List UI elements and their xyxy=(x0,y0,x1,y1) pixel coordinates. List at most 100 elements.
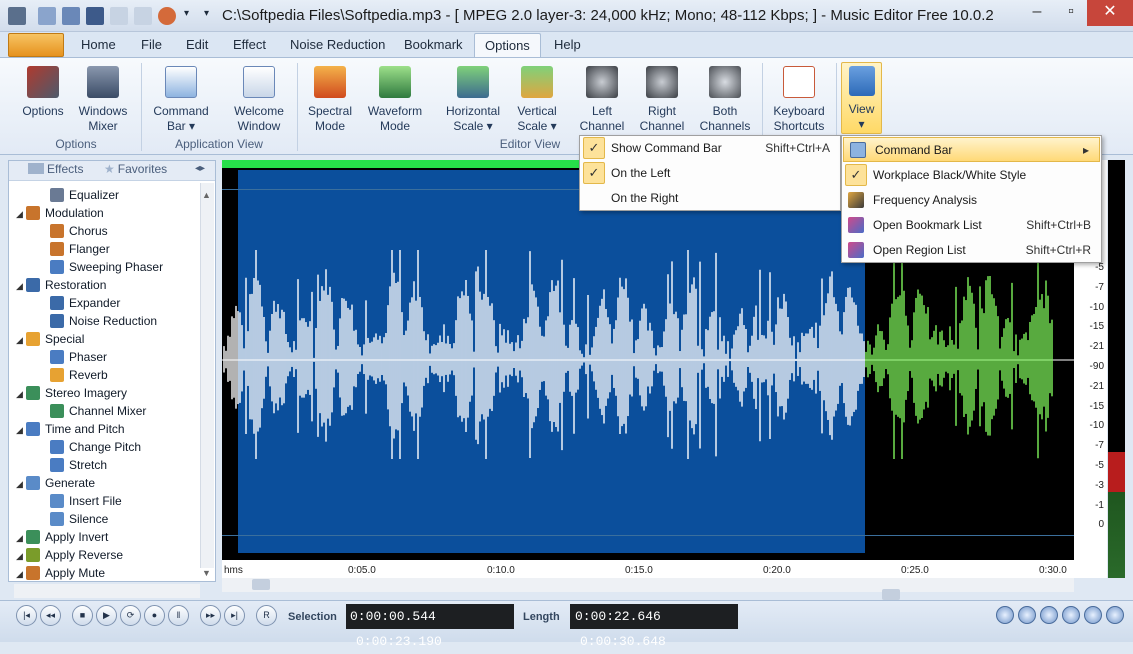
tab-edit[interactable]: Edit xyxy=(176,33,218,57)
menu-item-open-bookmark-list[interactable]: Open Bookmark List Shift+Ctrl+B xyxy=(842,213,1101,238)
expand-arrow-icon[interactable]: ◢ xyxy=(16,529,26,547)
spectral-mode-button[interactable]: Spectral Mode xyxy=(304,62,356,134)
rewind-button[interactable]: ◂◂ xyxy=(40,605,61,626)
tree-item[interactable]: Chorus xyxy=(14,222,200,240)
command-bar-button[interactable]: Command Bar ▾ xyxy=(148,62,214,134)
tree-item[interactable]: Noise Reduction xyxy=(14,312,200,330)
tree-item[interactable]: ◢ Apply Reverse xyxy=(14,546,200,564)
tab-file[interactable]: File xyxy=(131,33,172,57)
horizontal-scale-button[interactable]: Horizontal Scale ▾ xyxy=(442,62,504,134)
waveform-horizontal-scrollbar[interactable] xyxy=(222,578,1074,592)
panel-nav-arrows[interactable]: ◂▸ xyxy=(195,163,205,174)
tab-effects[interactable]: Effects xyxy=(28,162,83,176)
menu-item-command-bar[interactable]: Command Bar ▸ xyxy=(843,137,1100,162)
vertical-scale-icon xyxy=(521,66,553,98)
tree-item[interactable]: ◢ Modulation xyxy=(14,204,200,222)
open-file-icon[interactable] xyxy=(62,7,80,25)
tree-item[interactable]: Flanger xyxy=(14,240,200,258)
zoom-vertical-in-icon[interactable] xyxy=(1084,606,1102,624)
tree-item[interactable]: ◢ Special xyxy=(14,330,200,348)
expand-arrow-icon[interactable]: ◢ xyxy=(16,385,26,403)
menu-item-workplace-style[interactable]: ✓ Workplace Black/White Style xyxy=(842,163,1101,188)
expand-arrow-icon[interactable]: ◢ xyxy=(16,277,26,295)
vertical-scale-button[interactable]: Vertical Scale ▾ xyxy=(510,62,564,134)
menu-item-show-command-bar[interactable]: ✓ Show Command Bar Shift+Ctrl+A xyxy=(580,136,840,161)
menu-item-on-the-right[interactable]: On the Right xyxy=(580,186,840,211)
tree-item[interactable]: ◢ Restoration xyxy=(14,276,200,294)
options-button[interactable]: Options xyxy=(16,62,70,134)
tree-item[interactable]: Silence xyxy=(14,510,200,528)
fast-forward-button[interactable]: ▸▸ xyxy=(200,605,221,626)
chevron-down-icon[interactable]: ▾ xyxy=(184,8,189,19)
zoom-all-icon[interactable] xyxy=(1062,606,1080,624)
expand-arrow-icon[interactable]: ◢ xyxy=(16,547,26,565)
expand-arrow-icon[interactable]: ◢ xyxy=(16,421,26,439)
scroll-thumb[interactable] xyxy=(882,589,900,600)
expand-arrow-icon[interactable]: ◢ xyxy=(16,565,26,583)
expand-arrow-icon[interactable]: ◢ xyxy=(16,205,26,223)
expand-arrow-icon[interactable]: ◢ xyxy=(16,331,26,349)
tab-effect[interactable]: Effect xyxy=(223,33,276,57)
tree-item[interactable]: Channel Mixer xyxy=(14,402,200,420)
record-icon[interactable] xyxy=(158,7,176,25)
welcome-window-button[interactable]: Welcome Window xyxy=(228,62,290,134)
menu-item-on-the-left[interactable]: ✓ On the Left xyxy=(580,161,840,186)
tree-item[interactable]: Change Pitch xyxy=(14,438,200,456)
undo-icon[interactable] xyxy=(110,7,128,25)
close-button[interactable]: ✕ xyxy=(1087,0,1133,26)
tree-item[interactable]: Equalizer xyxy=(14,186,200,204)
both-channels-button[interactable]: Both Channels xyxy=(696,62,754,134)
scroll-thumb[interactable] xyxy=(252,579,270,590)
redo-icon[interactable] xyxy=(134,7,152,25)
save-icon[interactable] xyxy=(86,7,104,25)
tree-item[interactable]: Stretch xyxy=(14,456,200,474)
maximize-button[interactable]: ▫ xyxy=(1054,0,1088,26)
tab-noise-reduction[interactable]: Noise Reduction xyxy=(280,33,395,57)
zoom-selection-icon[interactable] xyxy=(1040,606,1058,624)
tab-home[interactable]: Home xyxy=(71,33,126,57)
tree-item[interactable]: Reverb xyxy=(14,366,200,384)
tree-item[interactable]: Phaser xyxy=(14,348,200,366)
app-menu-icon[interactable] xyxy=(8,7,26,25)
new-file-icon[interactable] xyxy=(38,7,56,25)
view-button-content[interactable]: View ▾ xyxy=(841,62,882,134)
minimize-button[interactable]: – xyxy=(1020,0,1054,26)
play-button[interactable]: ▶ xyxy=(96,605,117,626)
scroll-down-icon[interactable]: ▼ xyxy=(202,568,211,578)
tree-item[interactable]: ◢ Apply Invert xyxy=(14,528,200,546)
tab-options[interactable]: Options xyxy=(474,33,541,57)
zoom-in-icon[interactable] xyxy=(996,606,1014,624)
menu-item-frequency-analysis[interactable]: Frequency Analysis xyxy=(842,188,1101,213)
tree-item[interactable]: Insert File xyxy=(14,492,200,510)
right-channel-button[interactable]: Right Channel xyxy=(634,62,690,134)
zoom-out-icon[interactable] xyxy=(1018,606,1036,624)
tree-vertical-scrollbar[interactable] xyxy=(200,183,214,568)
application-button[interactable] xyxy=(8,33,64,57)
tree-item[interactable]: Sweeping Phaser xyxy=(14,258,200,276)
scroll-up-icon[interactable]: ▲ xyxy=(202,190,211,200)
tab-bookmark[interactable]: Bookmark xyxy=(394,33,473,57)
tree-item[interactable]: Expander xyxy=(14,294,200,312)
record-r-button[interactable]: R xyxy=(256,605,277,626)
tree-item[interactable]: ◢ Time and Pitch xyxy=(14,420,200,438)
left-channel-button[interactable]: Left Channel xyxy=(575,62,629,134)
pause-button[interactable]: ‖ xyxy=(168,605,189,626)
menu-item-open-region-list[interactable]: Open Region List Shift+Ctrl+R xyxy=(842,238,1101,263)
expand-arrow-icon[interactable]: ◢ xyxy=(16,475,26,493)
loop-button[interactable]: ⟳ xyxy=(120,605,141,626)
zoom-vertical-out-icon[interactable] xyxy=(1106,606,1124,624)
go-to-end-button[interactable]: ▸| xyxy=(224,605,245,626)
tree-item[interactable]: ◢ Stereo Imagery xyxy=(14,384,200,402)
tree-horizontal-scrollbar[interactable] xyxy=(14,584,200,598)
tab-favorites[interactable]: ★ Favorites xyxy=(104,162,167,176)
tree-item[interactable]: ◢ Generate xyxy=(14,474,200,492)
customize-toolbar-icon[interactable]: ▾ xyxy=(204,8,209,19)
tree-item[interactable]: ◢ Apply Mute xyxy=(14,564,200,582)
stop-button[interactable]: ■ xyxy=(72,605,93,626)
tab-help[interactable]: Help xyxy=(544,33,591,57)
waveform-mode-button[interactable]: Waveform Mode xyxy=(364,62,426,134)
keyboard-shortcuts-button[interactable]: Keyboard Shortcuts xyxy=(768,62,830,134)
record-button[interactable]: ● xyxy=(144,605,165,626)
windows-mixer-button[interactable]: Windows Mixer xyxy=(74,62,132,134)
go-to-start-button[interactable]: |◂ xyxy=(16,605,37,626)
